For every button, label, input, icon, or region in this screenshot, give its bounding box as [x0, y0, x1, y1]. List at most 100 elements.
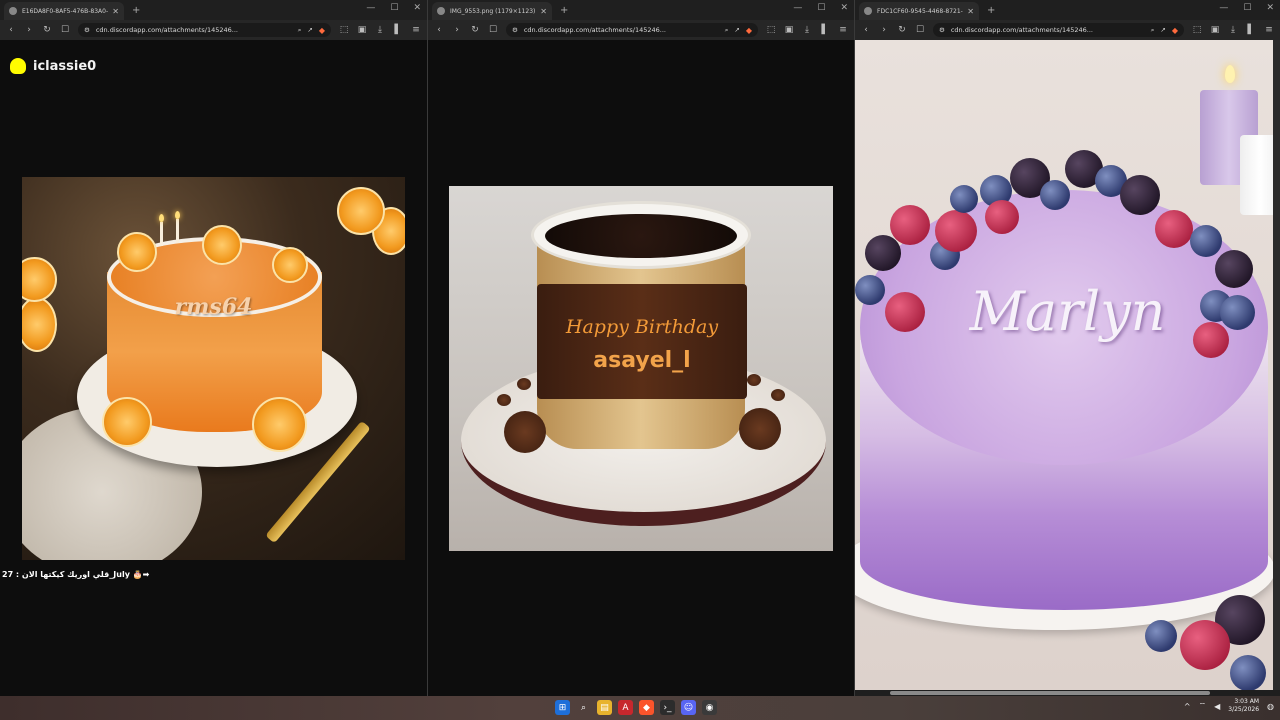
browser-window-3: FDC1CF60-9545-4468-8721-8C8 ✕ + — ☐ ✕ ‹ … [855, 0, 1280, 696]
coffee-bean [771, 389, 785, 401]
address-bar[interactable]: ⚙ cdn.discordapp.com/attachments/145246.… [78, 23, 331, 37]
close-window-button[interactable]: ✕ [413, 3, 421, 13]
new-tab-button[interactable]: + [132, 5, 140, 16]
download-icon[interactable]: ⤓ [375, 25, 385, 35]
extensions-icon[interactable]: ⬚ [339, 25, 349, 35]
minimize-button[interactable]: — [1219, 3, 1228, 13]
browser-tab[interactable]: E16DA8F0-8AF5-476B-83A0-25F ✕ [4, 2, 124, 20]
desktop: E16DA8F0-8AF5-476B-83A0-25F ✕ + — ☐ ✕ ‹ … [0, 0, 1280, 720]
favicon-icon [437, 7, 445, 15]
chocolate-swirl [739, 408, 781, 450]
cake-name-text: rms64 [174, 294, 253, 320]
menu-icon[interactable]: ≡ [838, 25, 848, 35]
new-tab-button[interactable]: + [560, 5, 568, 16]
raspberry [1180, 620, 1230, 670]
forward-icon[interactable]: › [879, 25, 889, 35]
site-info-icon[interactable]: ⚙ [512, 26, 518, 34]
site-info-icon[interactable]: ⚙ [939, 26, 945, 34]
close-window-button[interactable]: ✕ [1266, 3, 1274, 13]
tab-close-icon[interactable]: ✕ [967, 7, 974, 16]
start-icon[interactable]: ⊞ [555, 700, 570, 715]
menu-icon[interactable]: ≡ [1264, 25, 1274, 35]
extensions-icon[interactable]: ⬚ [766, 25, 776, 35]
site-info-icon[interactable]: ⚙ [84, 26, 90, 34]
address-bar[interactable]: ⚙ cdn.discordapp.com/attachments/145246.… [506, 23, 758, 37]
acrobat-icon[interactable]: A [618, 700, 633, 715]
tab-title: FDC1CF60-9545-4468-8721-8C8 [877, 7, 963, 15]
system-tray: ^ ⌔ ◀ 3:03 AM 3/25/2026 ◍ [1184, 698, 1274, 714]
address-bar[interactable]: ⚙ cdn.discordapp.com/attachments/145246.… [933, 23, 1184, 37]
bookmark-icon[interactable]: ☐ [915, 25, 925, 35]
reload-icon[interactable]: ↻ [470, 25, 480, 35]
bookmark-icon[interactable]: ☐ [60, 25, 70, 35]
new-tab-button[interactable]: + [987, 5, 995, 16]
reload-icon[interactable]: ↻ [897, 25, 907, 35]
tab-title: IMG_9553.png (1179×1123) [450, 7, 536, 15]
vertical-scrollbar[interactable] [1273, 40, 1280, 690]
browser-tab[interactable]: IMG_9553.png (1179×1123) ✕ [432, 2, 552, 20]
forward-icon[interactable]: › [452, 25, 462, 35]
share-icon[interactable]: ↗ [307, 26, 312, 34]
brave-shield-icon[interactable]: ◆ [319, 26, 325, 35]
back-icon[interactable]: ‹ [861, 25, 871, 35]
minimize-button[interactable]: — [366, 3, 375, 13]
tab-close-icon[interactable]: ✕ [112, 7, 119, 16]
sidebar-icon[interactable]: ▌ [820, 25, 830, 35]
url-text: cdn.discordapp.com/attachments/145246... [95, 26, 238, 34]
tray-overflow-icon[interactable]: ^ [1184, 702, 1191, 711]
back-icon[interactable]: ‹ [6, 25, 16, 35]
orange-slice [117, 232, 157, 272]
file-explorer-icon[interactable]: ▤ [597, 700, 612, 715]
search-icon[interactable]: ⌕ [576, 700, 591, 715]
close-window-button[interactable]: ✕ [840, 3, 848, 13]
brave-icon[interactable]: ◆ [639, 700, 654, 715]
url-text: cdn.discordapp.com/attachments/145246... [950, 26, 1093, 34]
download-icon[interactable]: ⤓ [802, 25, 812, 35]
title-bar: FDC1CF60-9545-4468-8721-8C8 ✕ + — ☐ ✕ [855, 0, 1280, 20]
notification-icon[interactable]: ◍ [1267, 702, 1274, 711]
share-icon[interactable]: ↗ [734, 26, 739, 34]
browser-window-1: E16DA8F0-8AF5-476B-83A0-25F ✕ + — ☐ ✕ ‹ … [0, 0, 427, 696]
orange-slice [202, 225, 242, 265]
browser-window-2: IMG_9553.png (1179×1123) ✕ + — ☐ ✕ ‹ › ↻… [428, 0, 854, 696]
wallet-icon[interactable]: ▣ [357, 25, 367, 35]
bookmark-icon[interactable]: ☐ [488, 25, 498, 35]
zoom-icon[interactable]: ⌕ [1151, 26, 1155, 35]
maximize-button[interactable]: ☐ [390, 3, 398, 13]
sidebar-icon[interactable]: ▌ [393, 25, 403, 35]
reload-icon[interactable]: ↻ [42, 25, 52, 35]
maximize-button[interactable]: ☐ [817, 3, 825, 13]
browser-toolbar: ‹ › ↻ ☐ ⚙ cdn.discordapp.com/attachments… [428, 20, 854, 40]
back-icon[interactable]: ‹ [434, 25, 444, 35]
chrome-icon[interactable]: ◉ [702, 700, 717, 715]
coffee-bean [517, 378, 531, 390]
cup-text-line1: Happy Birthday [565, 316, 719, 338]
orange-cake-image: rms64 [22, 177, 405, 560]
menu-icon[interactable]: ≡ [411, 25, 421, 35]
terminal-icon[interactable]: ›_ [660, 700, 675, 715]
discord-icon[interactable]: ☺ [681, 700, 696, 715]
sidebar-icon[interactable]: ▌ [1246, 25, 1256, 35]
zoom-icon[interactable]: ⌕ [298, 26, 302, 35]
brave-shield-icon[interactable]: ◆ [1172, 26, 1178, 35]
zoom-icon[interactable]: ⌕ [725, 26, 729, 35]
network-icon[interactable]: ⌔ [1199, 701, 1207, 711]
extensions-icon[interactable]: ⬚ [1192, 25, 1202, 35]
share-icon[interactable]: ↗ [1160, 26, 1165, 34]
download-icon[interactable]: ⤓ [1228, 25, 1238, 35]
scrollbar-thumb[interactable] [890, 691, 1210, 695]
tab-close-icon[interactable]: ✕ [540, 7, 547, 16]
clock[interactable]: 3:03 AM 3/25/2026 [1228, 698, 1259, 714]
candle-flame [1225, 65, 1235, 83]
wallet-icon[interactable]: ▣ [1210, 25, 1220, 35]
maximize-button[interactable]: ☐ [1243, 3, 1251, 13]
brave-shield-icon[interactable]: ◆ [746, 26, 752, 35]
blueberry [1145, 620, 1177, 652]
wallet-icon[interactable]: ▣ [784, 25, 794, 35]
orange-slice [102, 397, 152, 447]
forward-icon[interactable]: › [24, 25, 34, 35]
minimize-button[interactable]: — [793, 3, 802, 13]
browser-tab[interactable]: FDC1CF60-9545-4468-8721-8C8 ✕ [859, 2, 979, 20]
volume-icon[interactable]: ◀ [1214, 702, 1220, 711]
clock-time: 3:03 AM [1234, 698, 1260, 705]
